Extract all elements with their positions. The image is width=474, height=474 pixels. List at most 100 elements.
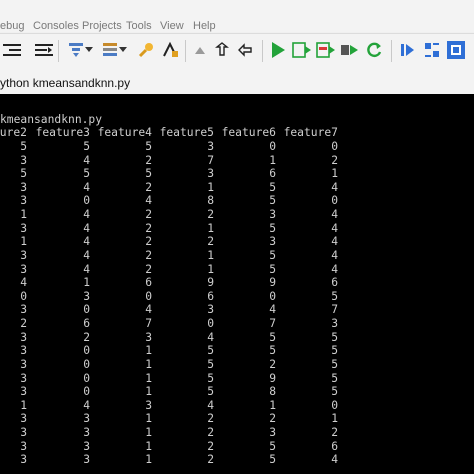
console-output[interactable]: kmeansandknn.py ure2 feature3 feature4 feat… (0, 94, 474, 474)
undo-icon[interactable] (212, 40, 232, 60)
restart-icon[interactable] (364, 40, 384, 60)
table-cell: 0 (207, 317, 214, 331)
step-icon[interactable] (340, 40, 360, 60)
editor-tab[interactable]: ython kmeansandknn.py (0, 76, 130, 90)
table-cell: 3 (83, 453, 90, 467)
menu-projects[interactable]: Projects (82, 18, 122, 34)
console-command: kmeansandknn.py (0, 113, 103, 126)
table-cell: 5 (83, 167, 90, 181)
table-cell: 5 (207, 344, 214, 358)
table-cell: 8 (207, 194, 214, 208)
table-cell: 0 (83, 303, 90, 317)
table-cell: 1 (145, 385, 152, 399)
table-cell: 1 (145, 426, 152, 440)
table-cell: 2 (269, 412, 276, 426)
table-cell: 4 (331, 208, 338, 222)
table-cell: 2 (145, 180, 152, 194)
table-cell: 3 (20, 385, 27, 399)
table-cell: 3 (83, 439, 90, 453)
indent-icon[interactable] (2, 40, 22, 60)
table-cell: 0 (83, 371, 90, 385)
table-cell: 2 (145, 235, 152, 249)
table-cell: 3 (20, 180, 27, 194)
table-cell: 4 (269, 303, 276, 317)
table-cell: 0 (331, 194, 338, 208)
table-cell: 8 (269, 385, 276, 399)
table-cell: 5 (331, 357, 338, 371)
table-cell: 3 (20, 221, 27, 235)
table-cell: 4 (145, 194, 152, 208)
table-cell: 3 (20, 412, 27, 426)
format-dropdown-icon[interactable] (84, 40, 94, 60)
table-cell: 4 (83, 221, 90, 235)
table-cell: 3 (20, 330, 27, 344)
table-cell: 3 (269, 208, 276, 222)
table-cell: 2 (83, 330, 90, 344)
table-cell: 2 (269, 357, 276, 371)
run-in-console-icon[interactable] (292, 40, 312, 60)
table-cell: 5 (269, 453, 276, 467)
table-cell: 2 (207, 412, 214, 426)
table-cell: 4 (331, 221, 338, 235)
toolbar-separator (185, 40, 186, 62)
table-cell: 5 (269, 221, 276, 235)
wrench-icon[interactable] (136, 40, 156, 60)
run-selection-icon[interactable] (316, 40, 336, 60)
column-header: feature3 (35, 126, 90, 139)
table-cell: 4 (207, 398, 214, 412)
function-icon[interactable] (160, 40, 180, 60)
table-cell: 6 (269, 167, 276, 181)
column-header: feature4 (97, 126, 152, 139)
toolbar-separator (262, 40, 263, 62)
table-cell: 6 (145, 276, 152, 290)
table-cell: 4 (83, 153, 90, 167)
tab-switch-icon[interactable] (422, 40, 442, 60)
table-cell: 2 (20, 317, 27, 331)
table-cell: 4 (83, 180, 90, 194)
table-cell: 6 (207, 289, 214, 303)
table-cell: 3 (20, 371, 27, 385)
table-cell: 2 (145, 262, 152, 276)
menu-bar: ebug Consoles Projects Tools View Help (0, 0, 474, 32)
run-icon[interactable] (268, 40, 288, 60)
table-cell: 2 (207, 439, 214, 453)
editor-tab-bar: ython kmeansandknn.py (0, 68, 474, 94)
table-cell: 6 (331, 276, 338, 290)
table-cell: 3 (20, 303, 27, 317)
unindent-icon[interactable] (34, 40, 54, 60)
table-cell: 7 (145, 317, 152, 331)
table-cell: 9 (269, 371, 276, 385)
table-cell: 3 (83, 289, 90, 303)
table-cell: 5 (269, 248, 276, 262)
up-arrow-icon[interactable] (190, 40, 210, 60)
stop-icon[interactable] (397, 40, 417, 60)
menu-consoles[interactable]: Consoles (33, 18, 79, 34)
table-cell: 0 (83, 357, 90, 371)
table-cell: 3 (20, 357, 27, 371)
table-cell: 5 (331, 330, 338, 344)
table-cell: 5 (20, 167, 27, 181)
menu-debug[interactable]: ebug (0, 18, 24, 34)
redo-icon[interactable] (235, 40, 255, 60)
table-cell: 1 (207, 262, 214, 276)
table-cell: 1 (145, 439, 152, 453)
table-cell: 5 (207, 385, 214, 399)
table-cell: 1 (207, 248, 214, 262)
table-cell: 2 (145, 153, 152, 167)
table-cell: 4 (145, 303, 152, 317)
menu-tools[interactable]: Tools (126, 18, 152, 34)
table-cell: 5 (331, 385, 338, 399)
list-dropdown-icon[interactable] (118, 40, 128, 60)
table-cell: 9 (207, 276, 214, 290)
layout-icon[interactable] (446, 40, 466, 60)
table-cell: 1 (20, 208, 27, 222)
toolbar (0, 33, 474, 69)
table-cell: 7 (207, 153, 214, 167)
table-cell: 1 (145, 357, 152, 371)
toggle-icon[interactable] (66, 40, 86, 60)
table-cell: 0 (83, 385, 90, 399)
menu-view[interactable]: View (160, 18, 184, 34)
menu-help[interactable]: Help (193, 18, 216, 34)
table-cell: 2 (331, 153, 338, 167)
list-icon[interactable] (100, 40, 120, 60)
